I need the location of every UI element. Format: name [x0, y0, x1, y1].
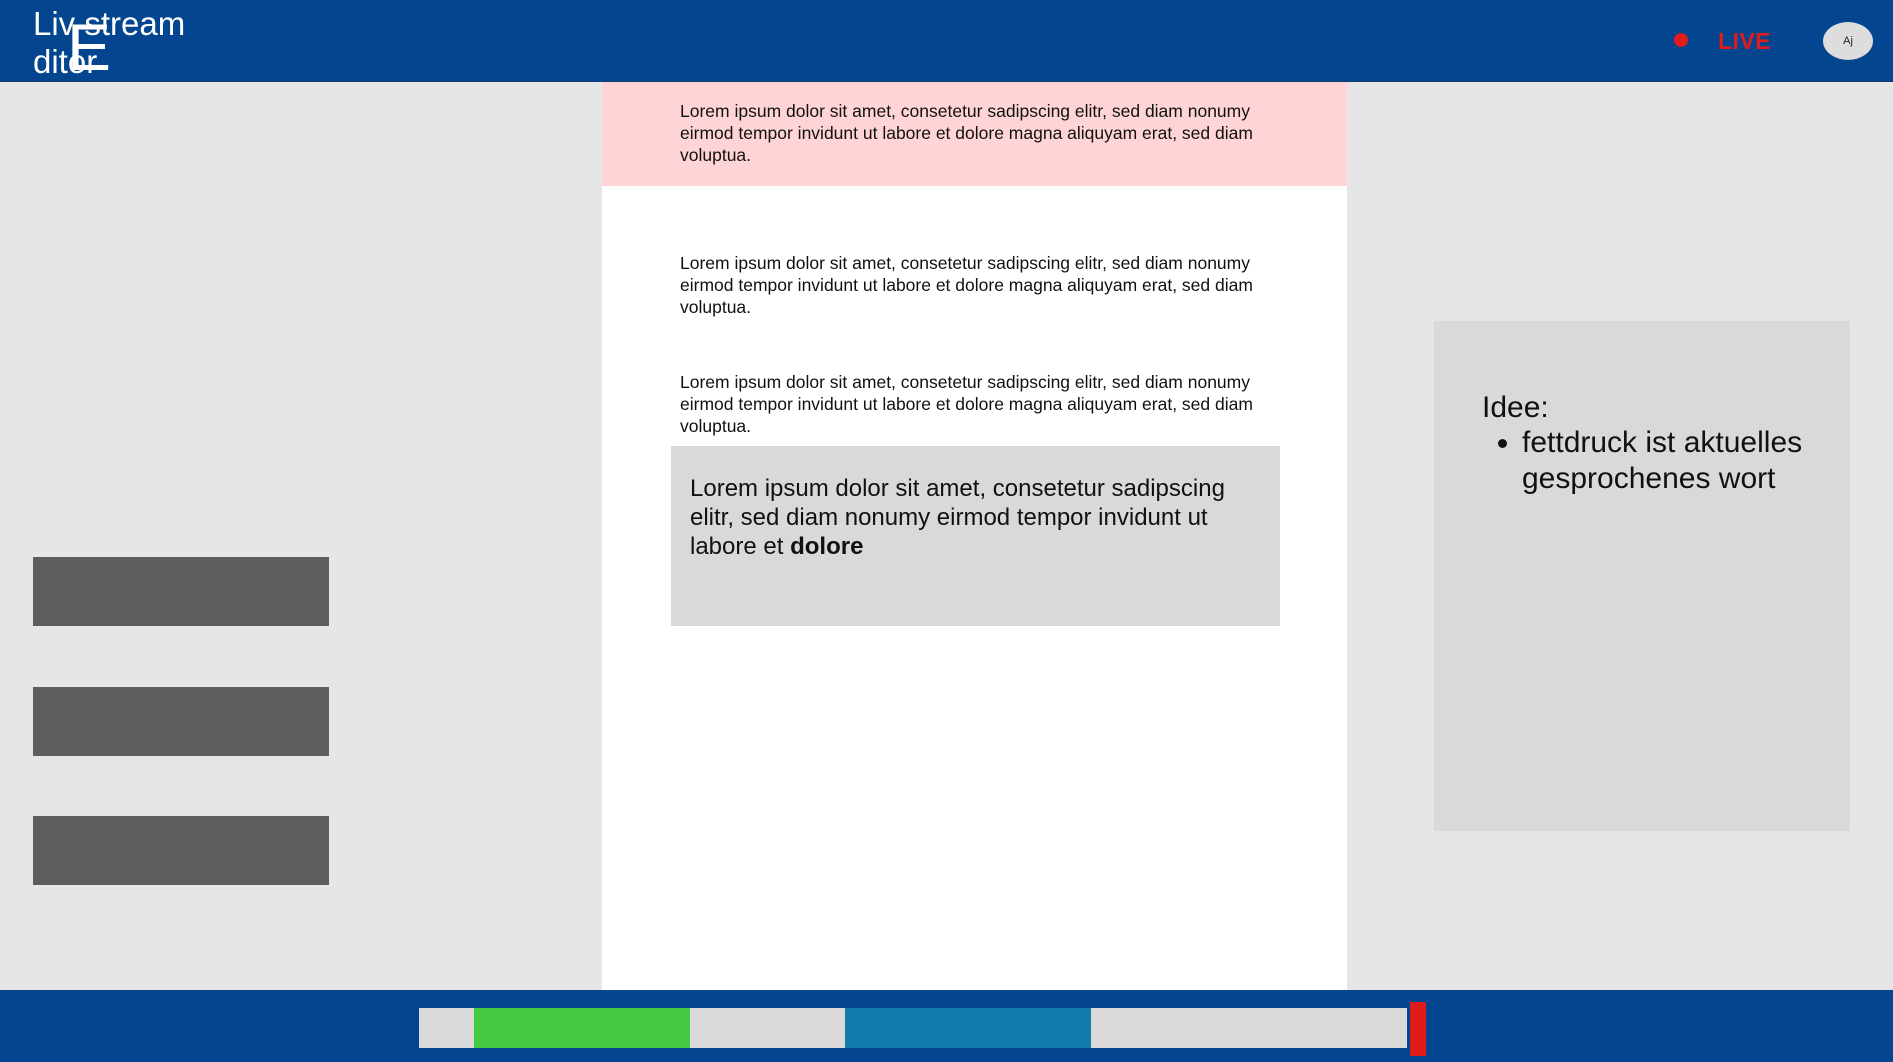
idea-panel: Idee: fettdruck ist aktuelles gesprochen…: [1434, 321, 1850, 831]
avatar[interactable]: Aj: [1823, 22, 1873, 60]
idea-heading: Idee:: [1482, 391, 1549, 424]
timeline-track[interactable]: [419, 1008, 1407, 1048]
sidebar-button-1[interactable]: [33, 557, 329, 626]
current-spoken-word: dolore: [790, 533, 864, 560]
paragraph-1[interactable]: Lorem ipsum dolor sit amet, consetetur s…: [680, 100, 1280, 166]
idea-list: fettdruck ist aktuelles gesprochenes wor…: [1474, 425, 1862, 497]
live-indicator-dot: [1674, 33, 1688, 47]
paragraph-3[interactable]: Lorem ipsum dolor sit amet, consetetur s…: [680, 371, 1280, 437]
app-logo: Liv stream ditor E: [33, 6, 233, 84]
avatar-initials: Aj: [1843, 35, 1853, 47]
live-label: LIVE: [1718, 28, 1772, 54]
logo-big-letter: E: [67, 10, 112, 84]
sidebar-button-2[interactable]: [33, 687, 329, 756]
current-speech-plain: Lorem ipsum dolor sit amet, consetetur s…: [690, 475, 1225, 560]
timeline-segment-blue[interactable]: [845, 1008, 1091, 1048]
current-speech-box[interactable]: Lorem ipsum dolor sit amet, consetetur s…: [671, 446, 1280, 626]
timeline-segment-green[interactable]: [474, 1008, 690, 1048]
idea-list-item: fettdruck ist aktuelles gesprochenes wor…: [1522, 425, 1862, 497]
paragraph-2[interactable]: Lorem ipsum dolor sit amet, consetetur s…: [680, 252, 1280, 318]
top-bar: Liv stream ditor E LIVE Aj: [0, 0, 1893, 82]
transcript-editor[interactable]: Lorem ipsum dolor sit amet, consetetur s…: [602, 82, 1347, 990]
timeline-playhead[interactable]: [1410, 1002, 1426, 1056]
current-speech-text: Lorem ipsum dolor sit amet, consetetur s…: [690, 474, 1270, 561]
sidebar-button-3[interactable]: [33, 816, 329, 885]
